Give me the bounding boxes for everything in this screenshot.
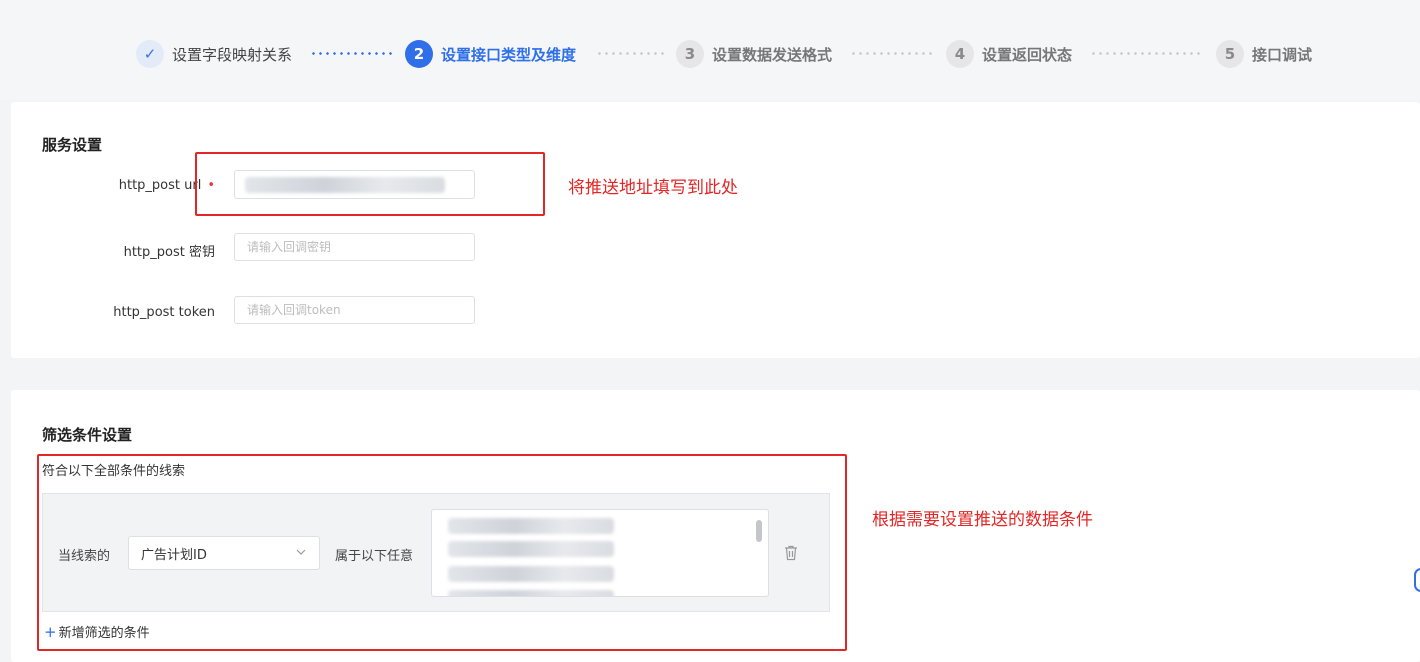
step-5-label: 接口调试 xyxy=(1252,45,1313,64)
step-3-number: 3 xyxy=(676,40,704,68)
filter-annotation-text: 根据需要设置推送的数据条件 xyxy=(872,510,1093,530)
url-annotation-text: 将推送地址填写到此处 xyxy=(568,178,738,198)
step-connector-3 xyxy=(850,52,932,55)
step-5-number: 5 xyxy=(1216,40,1244,68)
step-4-label: 设置返回状态 xyxy=(982,45,1073,64)
step-connector-2 xyxy=(596,52,664,55)
step-1[interactable]: ✓ 设置字段映射关系 xyxy=(136,39,292,69)
token-label: http_post token xyxy=(113,305,215,320)
floating-edge-button[interactable] xyxy=(1414,568,1420,592)
step-3-label: 设置数据发送格式 xyxy=(712,45,833,64)
step-connector-4 xyxy=(1090,52,1204,55)
secret-label: http_post 密钥 xyxy=(123,245,215,260)
step-2[interactable]: 2 设置接口类型及维度 xyxy=(405,39,576,69)
service-settings-card xyxy=(11,102,1420,358)
token-input[interactable] xyxy=(234,296,475,324)
check-icon: ✓ xyxy=(136,40,164,68)
filter-settings-title: 筛选条件设置 xyxy=(42,426,133,444)
service-settings-title: 服务设置 xyxy=(42,136,103,154)
url-label-text: http_post url xyxy=(118,178,202,193)
url-annotation-box xyxy=(195,152,545,216)
step-3[interactable]: 3 设置数据发送格式 xyxy=(676,39,832,69)
url-label: http_post url • xyxy=(15,178,215,193)
step-2-label: 设置接口类型及维度 xyxy=(441,45,577,64)
step-connector-1 xyxy=(310,52,394,55)
filter-annotation-box xyxy=(37,454,847,651)
step-4[interactable]: 4 设置返回状态 xyxy=(946,39,1072,69)
step-1-label: 设置字段映射关系 xyxy=(172,45,293,64)
step-2-number: 2 xyxy=(405,40,433,68)
secret-input[interactable] xyxy=(234,233,475,261)
step-4-number: 4 xyxy=(946,40,974,68)
steps-bar: ✓ 设置字段映射关系 2 设置接口类型及维度 3 设置数据发送格式 4 设置返回… xyxy=(0,0,1420,100)
step-5[interactable]: 5 接口调试 xyxy=(1216,39,1312,69)
